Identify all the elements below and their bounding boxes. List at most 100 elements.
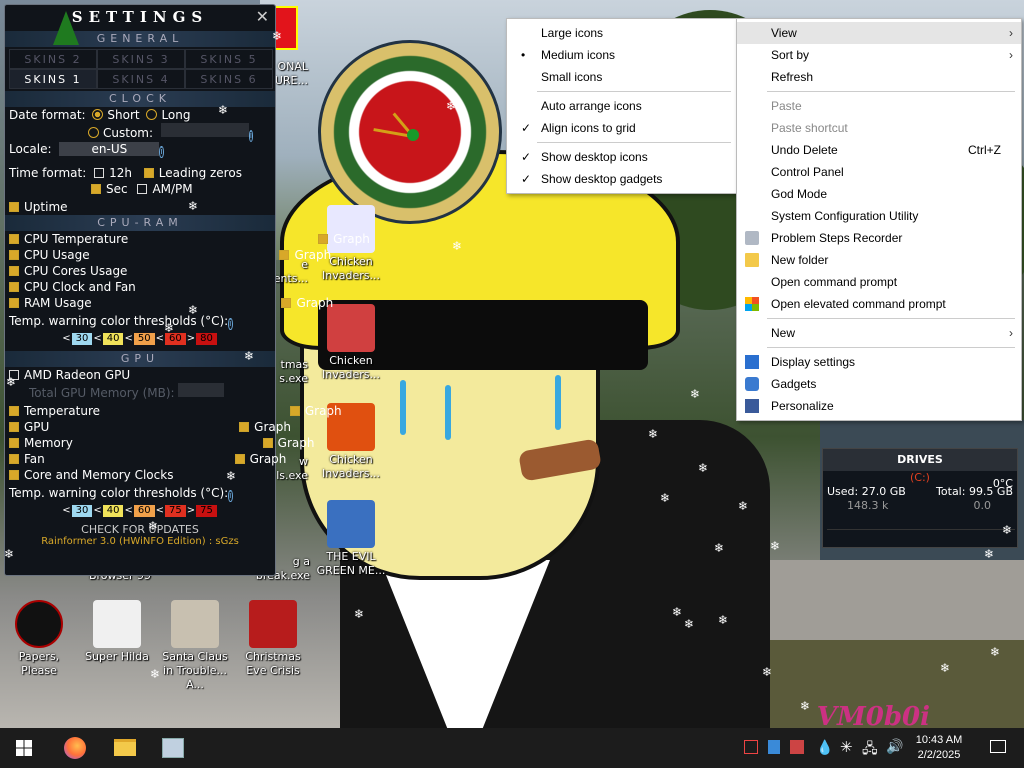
menu-item-paste[interactable]: Paste (737, 95, 1021, 117)
settings-panel[interactable]: SETTINGS ✕ GENERAL SKINS 2 SKINS 3 SKINS… (4, 4, 370, 576)
ampm-checkbox[interactable] (137, 184, 148, 194)
threshold-2[interactable]: 40 (102, 333, 124, 345)
menu-item-god-mode[interactable]: God Mode (737, 183, 1021, 205)
threshold-3[interactable]: 50 (133, 333, 155, 345)
cpu-cores-row: CPU Cores Usage (5, 263, 275, 279)
tab-skins-4[interactable]: SKINS 4 (97, 69, 185, 89)
desktop-icon-christmas-eve-crisis[interactable]: Christmas Eve Crisis (234, 600, 312, 678)
tray-storage-icon[interactable] (768, 740, 780, 754)
12h-checkbox[interactable] (94, 168, 105, 178)
tab-skins-3[interactable]: SKINS 3 (97, 49, 185, 69)
file-explorer-taskbar-button[interactable] (102, 728, 146, 768)
menu-item-gadgets[interactable]: Gadgets (737, 373, 1021, 395)
menu-item-medium-icons[interactable]: • Medium icons (507, 44, 737, 66)
cpu-temp-checkbox[interactable] (9, 234, 19, 244)
firefox-taskbar-button[interactable] (52, 728, 96, 768)
desktop-icon-chicken-invaders-2[interactable]: Chicken Invaders... (312, 304, 390, 382)
menu-item-display-settings[interactable]: Display settings (737, 351, 1021, 373)
tab-skins-1[interactable]: SKINS 1 (9, 69, 97, 89)
total-memory-input[interactable] (178, 383, 225, 397)
display-icon (745, 355, 759, 369)
menu-item-open-cmd[interactable]: Open command prompt (737, 271, 1021, 293)
cpu-usage-graph-checkbox[interactable] (279, 250, 290, 260)
desktop-icon-evil-green-me[interactable]: THE EVIL GREEN ME... (312, 500, 390, 578)
menu-item-problem-steps-recorder[interactable]: Problem Steps Recorder (737, 227, 1021, 249)
core-mem-checkbox[interactable] (9, 470, 19, 480)
menu-item-new-folder[interactable]: New folder (737, 249, 1021, 271)
uptime-checkbox[interactable] (9, 202, 19, 212)
app-taskbar-button[interactable] (150, 728, 194, 768)
tab-skins-2[interactable]: SKINS 2 (9, 49, 97, 69)
desktop-icon-santa-claus-trouble[interactable]: Santa Claus in Trouble... A... (156, 600, 234, 692)
menu-item-open-elevated-cmd[interactable]: Open elevated command prompt (737, 293, 1021, 315)
menu-item-refresh[interactable]: Refresh (737, 66, 1021, 88)
menu-item-show-desktop-gadgets[interactable]: ✓ Show desktop gadgets (507, 168, 737, 190)
gpu-temp-checkbox[interactable] (9, 406, 19, 416)
fan-checkbox[interactable] (9, 454, 19, 464)
cpu-clock-checkbox[interactable] (9, 282, 19, 292)
menu-item-align-to-grid[interactable]: ✓ Align icons to grid (507, 117, 737, 139)
tray-drop-icon[interactable]: 💧 (816, 739, 833, 756)
menu-item-control-panel[interactable]: Control Panel (737, 161, 1021, 183)
threshold-2[interactable]: 40 (102, 505, 124, 517)
drives-gadget[interactable]: DRIVES (C:) 0°C Used: 27.0 GB Total: 99.… (822, 448, 1018, 548)
long-radio[interactable] (146, 109, 158, 120)
general-header: GENERAL (5, 31, 275, 47)
info-icon[interactable]: i (159, 146, 164, 158)
menu-item-paste-shortcut[interactable]: Paste shortcut (737, 117, 1021, 139)
tray-network-app-icon[interactable] (790, 740, 804, 754)
threshold-5[interactable]: 80 (196, 333, 217, 345)
clock-area[interactable]: 10:43 AM 2/2/2025 (908, 728, 970, 768)
volume-icon[interactable]: 🔊 (886, 738, 903, 755)
leading-zeros-checkbox[interactable] (143, 168, 154, 178)
gpu-temp-row: Temperature Graph (5, 403, 342, 419)
sec-checkbox[interactable] (91, 184, 101, 194)
menu-item-system-config[interactable]: System Configuration Utility (737, 205, 1021, 227)
memory-graph-checkbox[interactable] (262, 438, 273, 448)
xmas-clock-gadget[interactable] (318, 40, 502, 224)
menu-item-show-desktop-icons[interactable]: ✓ Show desktop icons (507, 146, 737, 168)
start-button[interactable] (0, 728, 44, 768)
tab-skins-6[interactable]: SKINS 6 (185, 69, 273, 89)
threshold-5[interactable]: 75 (196, 505, 217, 517)
close-icon[interactable]: ✕ (256, 7, 269, 26)
menu-item-personalize[interactable]: Personalize (737, 395, 1021, 417)
menu-item-undo-delete[interactable]: Undo Delete Ctrl+Z (737, 139, 1021, 161)
menu-item-large-icons[interactable]: Large icons (507, 22, 737, 44)
ram-graph-checkbox[interactable] (281, 298, 292, 308)
gpu-checkbox[interactable] (9, 422, 19, 432)
fan-graph-checkbox[interactable] (234, 454, 245, 464)
threshold-4[interactable]: 75 (164, 505, 186, 517)
menu-item-new[interactable]: New › (737, 322, 1021, 344)
tray-snowflake-icon[interactable]: ✳ (840, 738, 853, 756)
ram-usage-checkbox[interactable] (9, 298, 19, 308)
long-label: Long (161, 108, 191, 122)
custom-format-input[interactable] (160, 123, 249, 137)
threshold-1[interactable]: 30 (71, 505, 93, 517)
info-icon[interactable]: i (228, 490, 233, 502)
tray-app-icon[interactable] (744, 740, 758, 754)
cpu-usage-checkbox[interactable] (9, 250, 19, 260)
network-icon[interactable]: 🖧 (862, 738, 878, 762)
menu-item-small-icons[interactable]: Small icons (507, 66, 737, 88)
desktop-icon-super-hilda[interactable]: Super Hilda (78, 600, 156, 664)
memory-checkbox[interactable] (9, 438, 19, 448)
menu-item-sort-by[interactable]: Sort by › (737, 44, 1021, 66)
notification-button[interactable] (976, 728, 1020, 768)
custom-radio[interactable] (88, 127, 99, 138)
threshold-3[interactable]: 60 (133, 505, 155, 517)
tab-skins-5[interactable]: SKINS 5 (185, 49, 273, 69)
menu-item-view[interactable]: View › (737, 22, 1021, 44)
snowflake-icon: ❄ (684, 617, 695, 631)
locale-input[interactable]: en-US (59, 142, 160, 156)
check-updates-button[interactable]: CHECK FOR UPDATES (5, 523, 275, 536)
menu-item-auto-arrange[interactable]: Auto arrange icons (507, 95, 737, 117)
info-icon[interactable]: i (228, 318, 233, 330)
gpu-temp-graph-checkbox[interactable] (289, 406, 300, 416)
cpu-cores-checkbox[interactable] (9, 266, 19, 276)
gpu-graph-checkbox[interactable] (239, 422, 250, 432)
threshold-1[interactable]: 30 (71, 333, 93, 345)
short-radio[interactable] (92, 109, 104, 120)
cpu-temp-graph-checkbox[interactable] (318, 234, 329, 244)
desktop-icon-papers-please[interactable]: Papers, Please (0, 600, 78, 678)
